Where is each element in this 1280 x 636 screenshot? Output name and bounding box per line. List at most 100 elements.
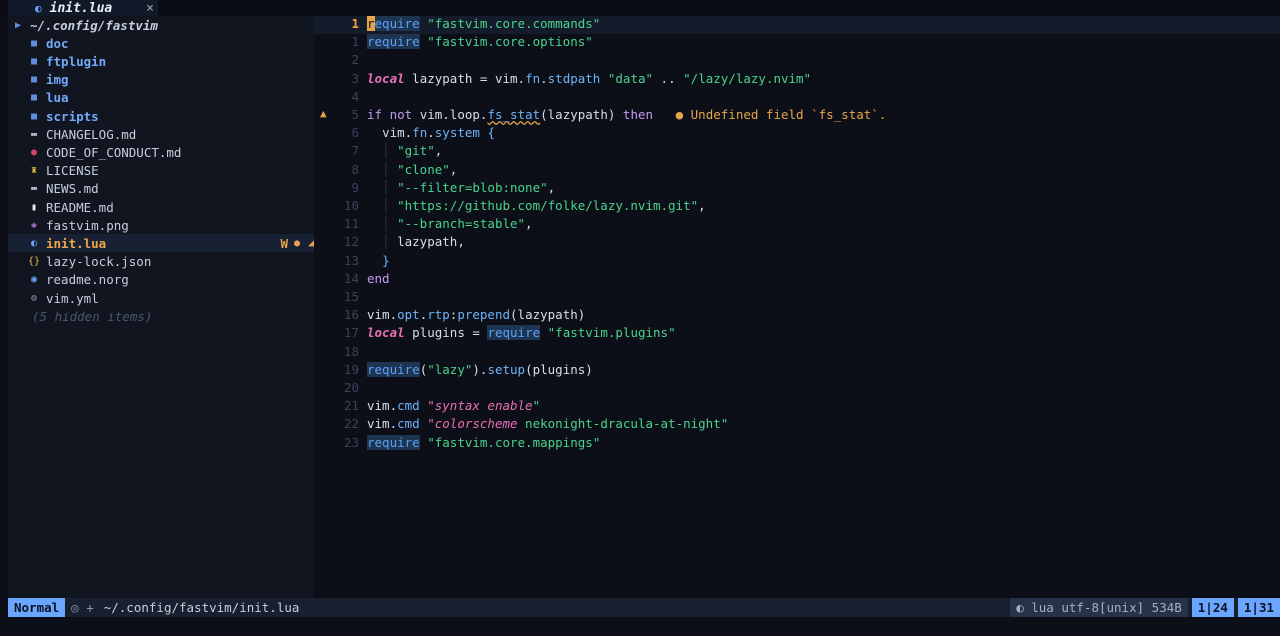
code-line[interactable]: 3 local lazypath = vim.fn.stdpath "data" … (314, 71, 1280, 89)
tab-init-lua[interactable]: ◐ init.lua × (8, 0, 158, 17)
code-line[interactable]: 1 require "fastvim.core.options" (314, 34, 1280, 52)
line-number: 14 (343, 270, 359, 286)
line-number: 9 (351, 179, 359, 195)
explorer-item-changelog-md[interactable]: ▬ CHANGELOG.md (8, 125, 314, 143)
git-status-flag: W (280, 235, 288, 251)
modified-dot-icon: ● (293, 237, 300, 249)
code-line[interactable]: 6 vim.fn.system { (314, 125, 1280, 143)
code-token: "--branch=stable" (397, 216, 526, 232)
line-number: 1 (351, 16, 359, 31)
code-line[interactable]: 10 │ "https://github.com/folke/lazy.nvim… (314, 198, 1280, 216)
explorer-item-vim-yml[interactable]: ⚙ vim.yml (8, 289, 314, 307)
code-line[interactable]: 15 (314, 289, 1280, 307)
line-number: 3 (351, 70, 359, 86)
line-number: 6 (351, 125, 359, 141)
code-line[interactable]: ▲ 5 if not vim.loop.fs_stat(lazypath) then… (314, 107, 1280, 125)
license-icon: ♜ (30, 165, 38, 177)
code-line[interactable]: 21 vim.cmd "syntax enable" (314, 398, 1280, 416)
code-token: │ (367, 216, 398, 232)
code-token: "syntax enable (427, 398, 533, 414)
line-number: 18 (343, 343, 359, 359)
code-line[interactable]: 2 (314, 52, 1280, 70)
line-number: 1 (351, 34, 359, 50)
code-line[interactable]: 4 (314, 89, 1280, 107)
code-token: "/lazy/lazy.nvim" (683, 70, 812, 86)
explorer-item-label: scripts (46, 108, 99, 124)
explorer-item-label: fastvim.png (46, 217, 129, 233)
line-number: 19 (343, 361, 359, 377)
explorer-item-scripts[interactable]: ■ scripts (8, 107, 314, 125)
code-token: stdpath (547, 70, 601, 86)
file-info: ◐ lua utf-8[unix] 534B (1010, 598, 1188, 617)
explorer-item-lazy-lock-json[interactable]: {} lazy-lock.json (8, 253, 314, 271)
hidden-items-label[interactable]: (5 hidden items) (8, 307, 314, 325)
code-token: vim.loop. (412, 107, 488, 122)
explorer-item-doc[interactable]: ■ doc (8, 34, 314, 52)
code-token: lazypath (397, 234, 458, 250)
code-token: " (532, 398, 541, 414)
code-token: vim. (367, 398, 398, 414)
code-text: if not vim.loop.fs_stat(lazypath) then ●… (367, 107, 886, 122)
code-line[interactable]: 1 require "fastvim.core.commands" (314, 16, 1280, 34)
code-line[interactable]: 22 vim.cmd "colorscheme nekonight-dracula… (314, 416, 1280, 434)
statusline: Normal ◎ + ~/.config/fastvim/init.lua ◐ … (8, 598, 1280, 617)
code-line[interactable]: 9 │ "--filter=blob:none", (314, 180, 1280, 198)
explorer-item-news-md[interactable]: ▬ NEWS.md (8, 180, 314, 198)
code-token: fn (525, 70, 541, 86)
explorer-item-fastvim-png[interactable]: ◈ fastvim.png (8, 216, 314, 234)
folder-icon: ■ (30, 110, 38, 122)
code-line[interactable]: 17 local plugins = require "fastvim.plugi… (314, 325, 1280, 343)
folder-icon: ■ (30, 37, 38, 49)
code-token: end (367, 270, 390, 286)
line-number: 20 (343, 380, 359, 395)
line-number: 13 (343, 252, 359, 268)
explorer-item-code-of-conduct-md[interactable]: ● CODE_OF_CONDUCT.md (8, 143, 314, 161)
file-explorer: ▶ ~/.config/fastvim ■ doc ■ ftplugin ■ img ■ lu… (8, 16, 314, 598)
code-token: cmd (397, 398, 420, 414)
code-line[interactable]: 7 │ "git", (314, 143, 1280, 161)
explorer-root[interactable]: ▶ ~/.config/fastvim (8, 16, 314, 34)
code-token: "fastvim.core.commands" (427, 16, 601, 31)
status-file-path: ~/.config/fastvim/init.lua (103, 600, 300, 615)
code-text: local plugins = require "fastvim.plugins… (367, 325, 676, 341)
code-line[interactable]: 14 end (314, 271, 1280, 289)
code-editor[interactable]: 1 require "fastvim.core.commands" 1 require… (314, 16, 1280, 598)
code-token: vim. (382, 125, 413, 141)
code-token: "fastvim.core.options" (427, 34, 593, 50)
code-line[interactable]: 18 (314, 344, 1280, 362)
explorer-item-ftplugin[interactable]: ■ ftplugin (8, 52, 314, 70)
code-token: "data" (607, 70, 654, 86)
code-token: lazypath = vim. (404, 70, 526, 86)
close-icon[interactable]: × (146, 1, 154, 16)
explorer-item-readme-norg[interactable]: ◉ readme.norg (8, 271, 314, 289)
code-token: vim. (367, 307, 398, 323)
code-token: system (434, 125, 480, 141)
gear-icon: ⚙ (30, 292, 38, 304)
explorer-item-init-lua[interactable]: ◐ init.lua W ● ◢ (8, 234, 314, 253)
explorer-item-license[interactable]: ♜ LICENSE (8, 162, 314, 180)
code-line[interactable]: 11 │ "--branch=stable", (314, 216, 1280, 234)
explorer-item-img[interactable]: ■ img (8, 71, 314, 89)
code-token: "--filter=blob:none" (397, 179, 548, 195)
cursor-position: 1|24 (1191, 598, 1234, 617)
code-line[interactable]: 8 │ "clone", (314, 162, 1280, 180)
code-line[interactable]: 19 require("lazy").setup(plugins) (314, 361, 1280, 380)
lua-moon-icon: ◐ (35, 1, 42, 15)
explorer-item-lua[interactable]: ■ lua (8, 89, 314, 107)
code-line[interactable]: 12 │ lazypath, (314, 234, 1280, 252)
code-text: end (367, 271, 390, 286)
neorg-icon: ◉ (30, 274, 38, 286)
code-line[interactable]: 16 vim.opt.rtp:prepend(lazypath) (314, 307, 1280, 325)
code-token: "https://github.com/folke/lazy.nvim.git" (397, 198, 699, 213)
explorer-item-label: lua (46, 90, 69, 106)
explorer-item-readme-md[interactable]: ▮ README.md (8, 198, 314, 216)
code-token: "lazy" (427, 361, 473, 377)
code-line[interactable]: 13 } (314, 253, 1280, 271)
code-text: │ "--filter=blob:none", (367, 180, 555, 195)
code-line[interactable]: 23 require "fastvim.core.mappings" (314, 434, 1280, 453)
code-line[interactable]: 20 (314, 380, 1280, 398)
line-number: 21 (343, 398, 359, 414)
